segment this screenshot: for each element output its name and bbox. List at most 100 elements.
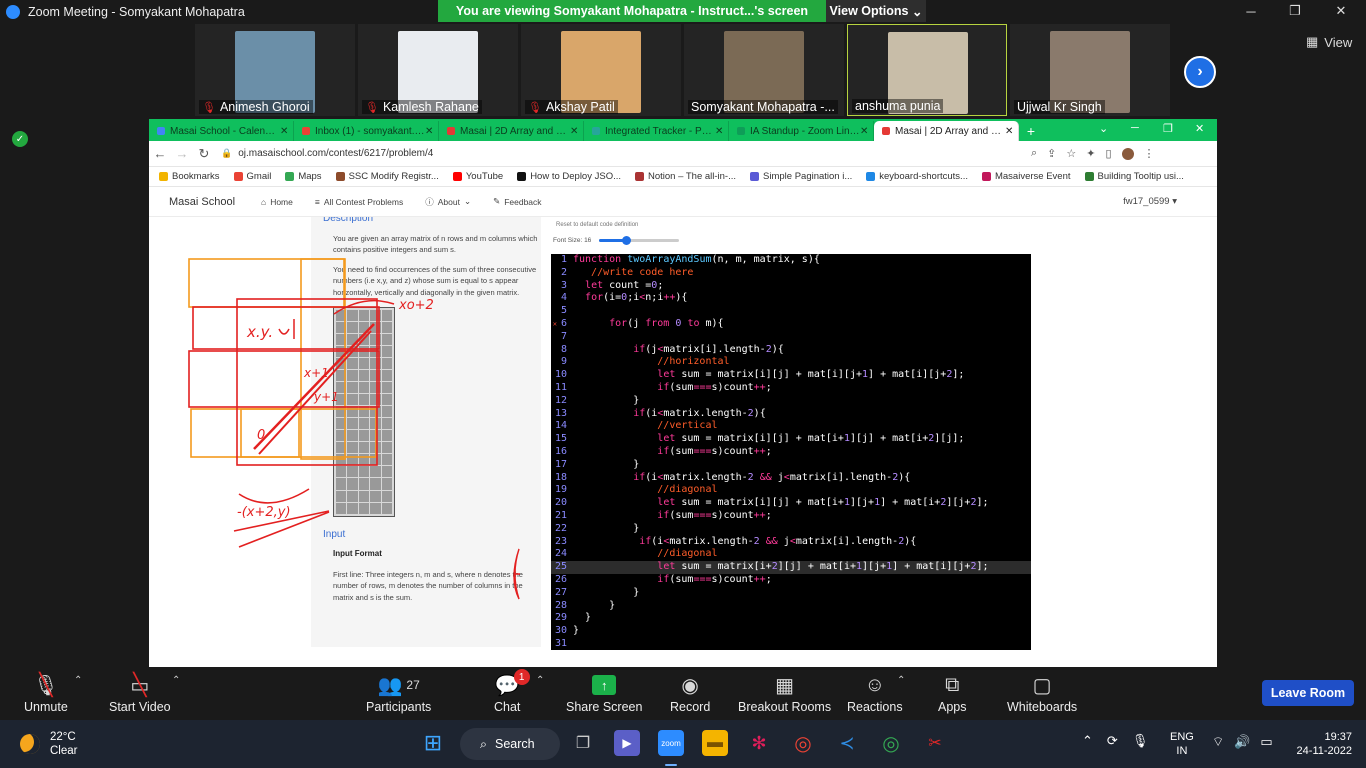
sidepanel-icon[interactable]: ▯ [1105, 147, 1111, 160]
font-size-slider-knob[interactable] [621, 235, 631, 245]
snipping-tool-icon[interactable]: ✂ [922, 730, 948, 756]
code-line[interactable]: 24 //diagonal [551, 548, 1031, 561]
zoom-taskbar-icon[interactable]: zoom [658, 730, 684, 756]
code-line[interactable]: 2 //write code here [551, 267, 1031, 280]
bookmark-item[interactable]: Building Tooltip usi... [1084, 171, 1184, 182]
chat-options-caret-icon[interactable]: ⌃ [536, 675, 544, 686]
bookmark-item[interactable]: YouTube [452, 171, 503, 182]
share-icon[interactable]: ⇪ [1047, 147, 1056, 160]
bookmark-item[interactable]: Simple Pagination i... [750, 171, 852, 182]
browser-tab[interactable]: Masai | 2D Array and Sum ✕ [439, 121, 584, 141]
leave-room-button[interactable]: Leave Room [1262, 680, 1354, 706]
video-options-caret-icon[interactable]: ⌃ [172, 675, 180, 686]
code-line[interactable]: 13 if(i<matrix.length-2){ [551, 408, 1031, 421]
bookmark-item[interactable]: SSC Modify Registr... [335, 171, 439, 182]
tab-close-icon[interactable]: ✕ [860, 126, 868, 137]
battery-icon[interactable]: ▭ [1260, 734, 1272, 750]
code-line[interactable]: 5 [551, 305, 1031, 318]
shared-screen[interactable]: Masai School - Calendar - ✕ Inbox (1) - so… [149, 119, 1217, 667]
file-explorer-icon[interactable]: ▬ [702, 730, 728, 756]
back-icon[interactable]: ← [149, 146, 171, 161]
browser-restore-icon[interactable]: ❐ [1163, 122, 1173, 135]
weather-widget[interactable]: 22°C Clear [20, 730, 77, 758]
browser-chevron-down-icon[interactable]: ⌄ [1099, 122, 1108, 135]
bookmark-item[interactable]: Maps [285, 171, 322, 182]
code-line[interactable]: 31 [551, 638, 1031, 650]
code-line[interactable]: 30} [551, 625, 1031, 638]
participants-button[interactable]: 👥 27 Participants [366, 673, 431, 715]
chat-button[interactable]: 💬 1 Chat [494, 669, 530, 714]
code-line[interactable]: 17 } [551, 459, 1031, 472]
code-line[interactable]: 10 let sum = matrix[i][j] + mat[i][j+1] … [551, 369, 1031, 382]
code-line[interactable]: 29 } [551, 612, 1031, 625]
share-screen-button[interactable]: ↑ Share Screen [566, 673, 642, 714]
code-line[interactable]: 22 } [551, 523, 1031, 536]
code-line[interactable]: 7 [551, 331, 1031, 344]
code-line[interactable]: 3 let count =0; [551, 280, 1031, 293]
next-page-button[interactable]: › [1184, 56, 1216, 88]
sync-icon[interactable]: ⟳ [1107, 733, 1118, 749]
profile-avatar[interactable] [1121, 147, 1134, 160]
reactions-button[interactable]: ☺ Reactions [847, 673, 903, 715]
shield-icon[interactable]: ✓ [12, 131, 28, 147]
bookmark-item[interactable]: Masaiverse Event [981, 171, 1071, 182]
site-brand[interactable]: Masai School [169, 196, 235, 208]
code-line[interactable]: 21 if(sum===s)count++; [551, 510, 1031, 523]
bookmark-item[interactable]: keyboard-shortcuts... [866, 171, 968, 182]
extensions-icon[interactable]: ✦ [1086, 147, 1095, 160]
code-line[interactable]: 20 let sum = matrix[i][j] + mat[i+1][j+1… [551, 497, 1031, 510]
participant-tile[interactable]: Somyakant Mohapatra -... [684, 24, 844, 116]
code-line[interactable]: 25 let sum = matrix[i+2][j] + mat[i+1][j… [551, 561, 1031, 574]
bookmark-item[interactable]: How to Deploy JSO... [517, 171, 621, 182]
participant-tile[interactable]: 🎙 Akshay Patil [521, 24, 681, 116]
chrome-profile-icon[interactable]: ◎ [878, 730, 904, 756]
language-indicator[interactable]: ENG IN [1170, 730, 1194, 758]
chevron-up-icon[interactable]: ⌃ [1082, 733, 1093, 749]
code-line[interactable]: 6 for(j from 0 to m){ [551, 318, 1031, 331]
user-menu[interactable]: fw17_0599 ▾ [1123, 196, 1177, 207]
tab-close-icon[interactable]: ✕ [570, 126, 578, 137]
participant-tile[interactable]: Ujjwal Kr Singh [1010, 24, 1170, 116]
participant-tile[interactable]: 🎙 Kamlesh Rahane [358, 24, 518, 116]
unmute-button[interactable]: 🎙 ╲ Unmute [24, 672, 68, 714]
code-line[interactable]: 27 } [551, 587, 1031, 600]
tab-close-icon[interactable]: ✕ [280, 126, 288, 137]
apps-button[interactable]: ⧉ Apps [938, 673, 967, 715]
reset-code-button[interactable]: Reset to default code definition [556, 222, 638, 228]
browser-tab[interactable]: Masai School - Calendar - ✕ [149, 121, 294, 141]
participant-tile[interactable]: anshuma punia [847, 24, 1007, 116]
browser-tab[interactable]: IA Standup - Zoom Link - B ✕ [729, 121, 874, 141]
star-icon[interactable]: ☆ [1066, 147, 1076, 160]
code-line[interactable]: 23 if(i<matrix.length-2 && j<matrix[i].l… [551, 536, 1031, 549]
menu-icon[interactable]: ⋮ [1144, 147, 1155, 160]
browser-close-icon[interactable]: ✕ [1195, 122, 1204, 135]
minimize-icon[interactable]: ─ [1228, 0, 1274, 22]
code-line[interactable]: 19 //diagonal [551, 484, 1031, 497]
reactions-options-caret-icon[interactable]: ⌃ [897, 675, 905, 686]
slack-icon[interactable]: ✻ [746, 730, 772, 756]
nav-feedback[interactable]: ✎ Feedback [493, 196, 541, 207]
volume-icon[interactable]: 🔊 [1234, 734, 1250, 750]
code-line[interactable]: 1 function twoArrayAndSum(n, m, matrix, s… [551, 254, 1031, 267]
start-video-button[interactable]: ▭ ╲ Start Video [109, 672, 171, 714]
code-line[interactable]: 28 } [551, 600, 1031, 613]
browser-tab[interactable]: Inbox (1) - somyakant.moh ✕ [294, 121, 439, 141]
wifi-icon[interactable]: ⌔ [1212, 734, 1224, 750]
code-line[interactable]: 14 //vertical [551, 420, 1031, 433]
tab-close-icon[interactable]: ✕ [425, 126, 433, 137]
nav-all-problems[interactable]: ≡ All Contest Problems [315, 197, 403, 207]
code-line[interactable]: 9 //horizontal [551, 356, 1031, 369]
task-view-icon[interactable]: ❐ [570, 730, 596, 756]
tab-close-icon[interactable]: ✕ [1005, 126, 1013, 137]
url-bar[interactable]: 🔒 oj.masaischool.com/contest/6217/proble… [221, 148, 1021, 159]
browser-tab[interactable]: Integrated Tracker - Pair Pr ✕ [584, 121, 729, 141]
record-button[interactable]: ◉ Record [670, 673, 710, 715]
bookmark-item[interactable]: Bookmarks [159, 171, 220, 182]
taskbar-search[interactable]: ⌕ Search [460, 728, 560, 760]
code-line[interactable]: 26 if(sum===s)count++; [551, 574, 1031, 587]
nav-home[interactable]: ⌂ Home [261, 197, 293, 207]
code-line[interactable]: 4 for(i=0;i<n;i++){ [551, 292, 1031, 305]
close-icon[interactable]: ✕ [1318, 0, 1364, 22]
browser-minimize-icon[interactable]: ─ [1131, 122, 1139, 134]
code-editor[interactable]: 1 function twoArrayAndSum(n, m, matrix, s… [551, 254, 1031, 650]
